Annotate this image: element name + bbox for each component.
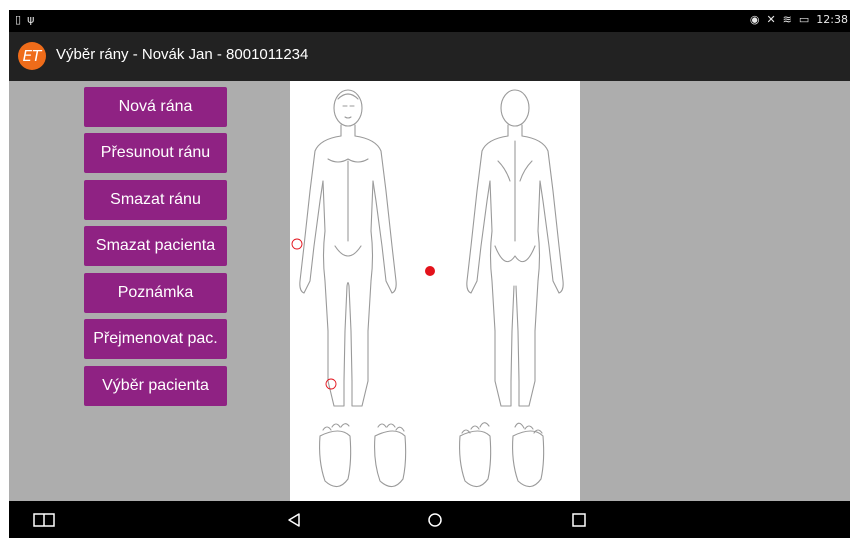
move-wound-button[interactable]: Přesunout ránu [84, 133, 227, 173]
home-icon[interactable] [420, 501, 450, 538]
screen: ▯ ψ ◉ ✕ ≋ ▭ 12:38 ET Výběr rány - Novák … [9, 10, 850, 538]
app-bar: ET Výběr rány - Novák Jan - 8001011234 [9, 32, 850, 81]
app-logo[interactable]: ET [18, 42, 46, 70]
back-icon[interactable] [279, 501, 309, 538]
wound-marker[interactable] [325, 378, 337, 390]
body-back-figure[interactable] [466, 89, 564, 407]
body-front-figure[interactable] [299, 89, 397, 407]
status-bar: ▯ ψ ◉ ✕ ≋ ▭ 12:38 [9, 10, 850, 32]
wound-marker[interactable] [291, 238, 303, 250]
navigation-bar [9, 501, 850, 538]
selected-wound-marker[interactable] [425, 266, 435, 276]
split-screen-icon[interactable] [29, 501, 59, 538]
wifi-icon: ≋ [782, 13, 792, 26]
battery-charging-icon: ▭ [798, 13, 810, 26]
delete-patient-button[interactable]: Smazat pacienta [84, 226, 227, 266]
delete-wound-button[interactable]: Smazat ránu [84, 180, 227, 220]
soles-figure[interactable] [319, 422, 545, 488]
recents-icon[interactable] [564, 501, 594, 538]
status-time: 12:38 [816, 13, 848, 26]
rename-patient-button[interactable]: Přejmenovat pac. [84, 319, 227, 359]
mute-icon: ✕ [766, 13, 776, 26]
new-wound-button[interactable]: Nová rána [84, 87, 227, 127]
main-content: Nová rána Přesunout ránu Smazat ránu Sma… [9, 81, 850, 501]
select-patient-button[interactable]: Výběr pacienta [84, 366, 227, 406]
page-title: Výběr rány - Novák Jan - 8001011234 [56, 46, 309, 63]
notification-icon: ▯ [15, 13, 22, 26]
usb-icon: ψ [27, 13, 35, 26]
body-map[interactable] [290, 81, 580, 501]
nfc-icon: ◉ [749, 13, 760, 26]
note-button[interactable]: Poznámka [84, 273, 227, 313]
